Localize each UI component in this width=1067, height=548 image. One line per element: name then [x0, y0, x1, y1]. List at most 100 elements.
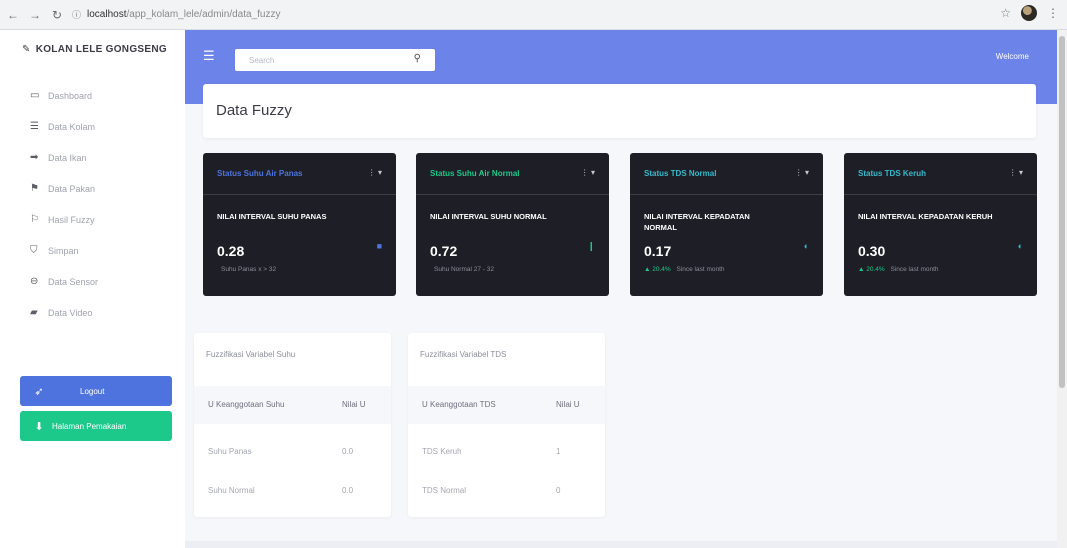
table-cell: Suhu Panas — [208, 447, 252, 456]
status-card-note-text: Since last month — [890, 266, 939, 273]
status-card-note-text: Suhu Normal 27 - 32 — [434, 266, 494, 273]
status-card-suhu-normal: Status Suhu Air Normal ⋮ ▾ NILAI INTERVA… — [416, 153, 609, 296]
status-card-note: ▲ 20.4% Since last month — [644, 266, 725, 273]
table-header-row: U Keanggotaan TDS Nilai U — [408, 386, 605, 424]
video-icon: ▰ — [30, 307, 38, 318]
card-menu-icon[interactable]: ⋮ ▾ — [581, 168, 595, 177]
sidebar-item-label: Dashboard — [48, 90, 93, 101]
sidebar-item-data-ikan[interactable]: ➡ Data Ikan — [30, 142, 98, 173]
card-menu-icon[interactable]: ⋮ ▾ — [795, 168, 809, 177]
reload-icon[interactable]: ↻ — [48, 6, 66, 24]
thermometer-icon: ■ — [376, 241, 382, 251]
flag-icon: ⚐ — [30, 214, 39, 225]
sidebar-item-hasil-fuzzy[interactable]: ⚐ Hasil Fuzzy — [30, 204, 98, 235]
search-icon[interactable]: ⚲ — [414, 53, 421, 64]
sidebar-item-label: Data Video — [48, 307, 93, 318]
table-cell: 0 — [556, 486, 561, 495]
card-menu-icon[interactable]: ⋮ ▾ — [1009, 168, 1023, 177]
status-card-label: NILAI INTERVAL KEPADATAN KERUH — [858, 212, 993, 221]
sidebar: ✎ KOLAN LELE GONGSENG ▭ Dashboard ☰ Data… — [0, 30, 185, 548]
status-card-label: NILAI INTERVAL KEPADATAN NORMAL — [644, 212, 750, 232]
page-title-card: Data Fuzzy — [203, 84, 1036, 138]
sidebar-item-label: Hasil Fuzzy — [48, 214, 95, 225]
water-drop-icon: ◐ — [803, 241, 809, 251]
status-card-value: 0.17 — [644, 243, 672, 259]
fuzzy-card-title: Fuzzifikasi Variabel TDS — [420, 350, 507, 359]
topbar: ☰ Search ⚲ Welcome — [185, 30, 1057, 86]
url-host: localhost — [87, 9, 127, 20]
sidebar-item-data-sensor[interactable]: ⊖ Data Sensor — [30, 266, 98, 297]
brand-logo-icon: ✎ — [22, 44, 31, 55]
browser-menu-icon[interactable]: ⋮ — [1047, 6, 1059, 20]
profile-avatar[interactable] — [1021, 5, 1037, 21]
status-card-note: Suhu Panas x > 32 — [217, 266, 276, 273]
sensor-icon: ⊖ — [30, 276, 39, 287]
water-drop-icon: ◐ — [1017, 241, 1023, 251]
status-card-header: Status Suhu Air Panas ⋮ ▾ — [203, 153, 396, 195]
sidebar-item-label: Data Ikan — [48, 152, 87, 163]
status-card-title: Status TDS Keruh — [858, 169, 927, 178]
status-card-value: 0.28 — [217, 243, 245, 259]
sidebar-item-label: Data Sensor — [48, 276, 99, 287]
table-header: Nilai U — [342, 400, 366, 409]
table-row: TDS Normal 0 — [408, 472, 605, 511]
help-page-label: Halaman Pemakaian — [52, 421, 127, 431]
sidebar-item-data-pakan[interactable]: ⚑ Data Pakan — [30, 173, 98, 204]
tag-icon: ⚑ — [30, 183, 39, 194]
status-card-label: NILAI INTERVAL SUHU PANAS — [217, 212, 327, 221]
browser-toolbar: ← → ↻ ⓘ localhost /app_kolam_lele/admin/… — [0, 0, 1067, 30]
footer-strip — [185, 541, 1057, 548]
sidebar-item-label: Simpan — [48, 245, 79, 256]
welcome-user[interactable]: Welcome — [996, 52, 1029, 61]
menu-toggle-icon[interactable]: ☰ — [203, 48, 215, 64]
status-card-tds-keruh: Status TDS Keruh ⋮ ▾ NILAI INTERVAL KEPA… — [844, 153, 1037, 296]
card-menu-icon[interactable]: ⋮ ▾ — [368, 168, 382, 177]
logout-label: Logout — [80, 386, 105, 396]
status-card-header: Status TDS Normal ⋮ ▾ — [630, 153, 823, 195]
site-info-icon[interactable]: ⓘ — [72, 8, 81, 21]
thermometer-icon: ❙ — [587, 241, 595, 251]
sidebar-item-label: Data Pakan — [48, 183, 96, 194]
table-row: Suhu Normal 0.0 — [194, 472, 391, 511]
page-scrollbar[interactable] — [1057, 30, 1067, 548]
fuzzy-suhu-card: Fuzzifikasi Variabel Suhu U Keanggotaan … — [194, 333, 391, 517]
status-card-value: 0.72 — [430, 243, 458, 259]
status-card-note: Suhu Normal 27 - 32 — [430, 266, 494, 273]
sidebar-item-data-video[interactable]: ▰ Data Video — [30, 297, 98, 328]
status-card-header: Status TDS Keruh ⋮ ▾ — [844, 153, 1037, 195]
status-card-label: NILAI INTERVAL SUHU NORMAL — [430, 212, 547, 221]
status-card-note-text: Suhu Panas x > 32 — [221, 266, 277, 273]
brand-name: KOLAN LELE GONGSENG — [35, 44, 167, 55]
table-header: U Keanggotaan Suhu — [208, 400, 285, 409]
trend-up: ▲ 20.4% — [858, 266, 885, 273]
address-bar[interactable]: ⓘ localhost /app_kolam_lele/admin/data_f… — [72, 5, 402, 25]
sidebar-item-label: Data Kolam — [48, 121, 96, 132]
table-cell: TDS Keruh — [422, 447, 462, 456]
sidebar-menu: ▭ Dashboard ☰ Data Kolam ➡ Data Ikan ⚑ D… — [30, 80, 98, 328]
scrollbar-thumb[interactable] — [1059, 36, 1065, 388]
table-header: Nilai U — [556, 400, 580, 409]
status-card-note: ▲ 20.4% Since last month — [858, 266, 939, 273]
save-icon: ⛉ — [30, 245, 38, 256]
sidebar-item-simpan[interactable]: ⛉ Simpan — [30, 235, 98, 266]
back-icon[interactable]: ← — [4, 6, 22, 24]
download-icon: ⬇ — [34, 420, 44, 433]
logout-button[interactable]: ➶ Logout — [20, 376, 172, 406]
table-header: U Keanggotaan TDS — [422, 400, 496, 409]
sidebar-item-data-kolam[interactable]: ☰ Data Kolam — [30, 111, 98, 142]
brand[interactable]: ✎ KOLAN LELE GONGSENG — [22, 44, 167, 55]
table-cell: Suhu Normal — [208, 486, 255, 495]
table-cell: 1 — [556, 447, 561, 456]
table-row: Suhu Panas 0.0 — [194, 433, 391, 472]
help-page-button[interactable]: ⬇ Halaman Pemakaian — [20, 411, 172, 441]
status-card-tds-normal: Status TDS Normal ⋮ ▾ NILAI INTERVAL KEP… — [630, 153, 823, 296]
table-cell: 0.0 — [342, 486, 354, 495]
status-card-suhu-panas: Status Suhu Air Panas ⋮ ▾ NILAI INTERVAL… — [203, 153, 396, 296]
search-input[interactable]: Search ⚲ — [235, 49, 435, 71]
sidebar-item-dashboard[interactable]: ▭ Dashboard — [30, 80, 98, 111]
forward-icon[interactable]: → — [26, 6, 44, 24]
fish-icon: ➡ — [30, 152, 39, 163]
status-card-title: Status Suhu Air Normal — [430, 169, 520, 178]
table-row: TDS Keruh 1 — [408, 433, 605, 472]
bookmark-star-icon[interactable]: ☆ — [1000, 6, 1011, 20]
